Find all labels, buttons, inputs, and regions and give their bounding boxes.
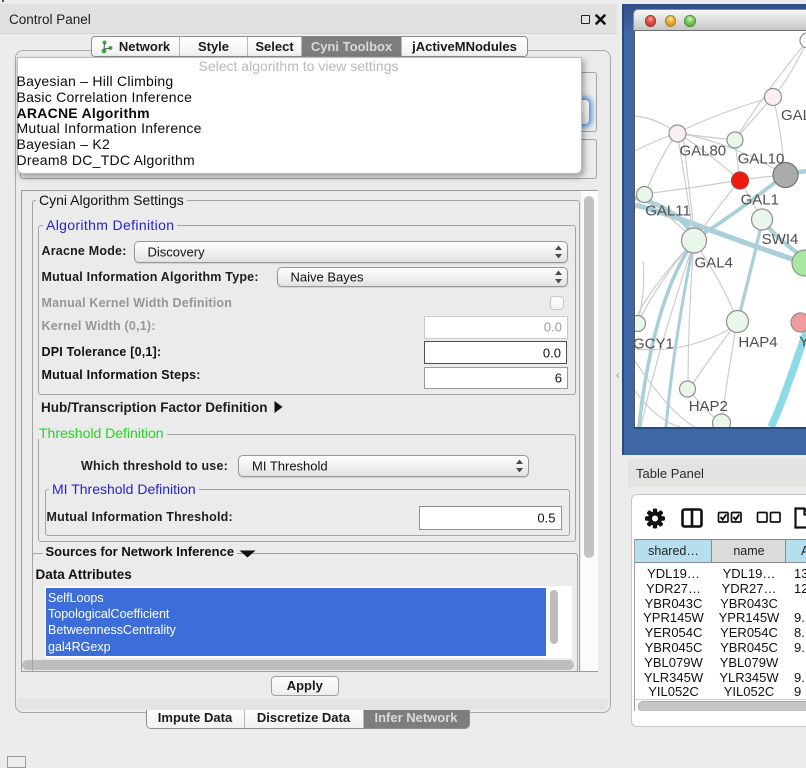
svg-text:YM: YM [799,334,806,351]
svg-text:GAL4: GAL4 [695,255,733,272]
svg-text:GAL1: GAL1 [741,192,779,209]
svg-text:GAL11: GAL11 [645,203,691,220]
svg-text:HAP2: HAP2 [689,398,728,415]
svg-text:GAL80: GAL80 [679,143,726,160]
svg-text:GAL10: GAL10 [738,150,785,167]
svg-text:HAP4: HAP4 [738,334,777,351]
svg-text:GAL7: GAL7 [781,107,806,124]
svg-text:SWI4: SWI4 [762,231,799,248]
svg-text:GCY1: GCY1 [634,336,674,353]
